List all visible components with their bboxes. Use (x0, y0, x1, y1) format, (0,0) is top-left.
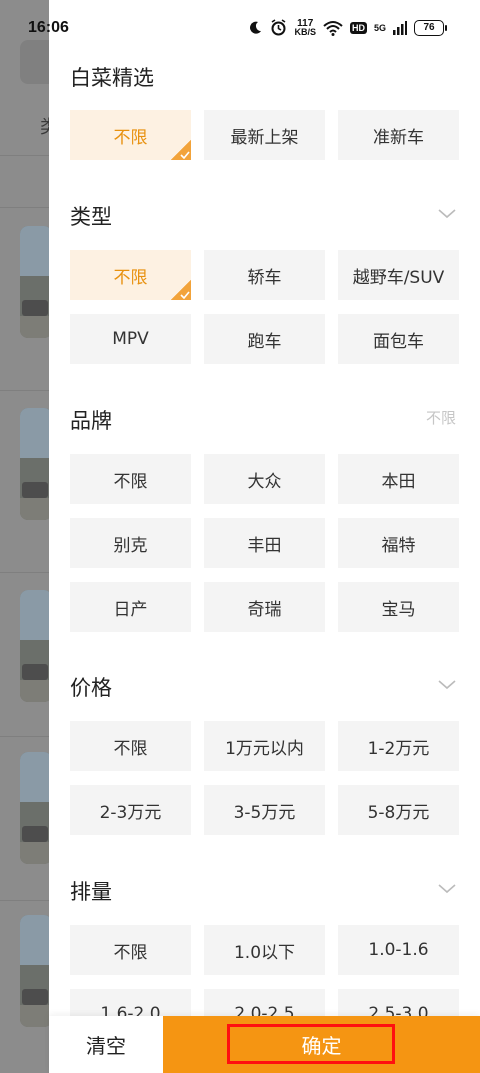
option-label: 1.0以下 (233, 942, 296, 963)
option-price-5-8w[interactable]: 5-8万元 (338, 785, 459, 835)
battery-icon: 76 (414, 19, 447, 36)
chevron-down-icon[interactable] (438, 204, 456, 222)
option-label: 跑车 (247, 331, 282, 352)
option-label: 3-5万元 (233, 802, 296, 823)
car-thumbnail (20, 590, 52, 702)
divider (0, 390, 49, 391)
option-label: 奇瑞 (247, 599, 282, 620)
check-icon (171, 140, 191, 160)
divider (0, 900, 49, 901)
option-label: 轿车 (247, 267, 282, 288)
chevron-down-icon[interactable] (438, 675, 456, 693)
alarm-icon (271, 19, 286, 36)
car-thumbnail (20, 226, 52, 338)
bottom-action-bar: 清空 确定 (49, 1016, 480, 1073)
option-displacement-1-0-1-6[interactable]: 1.0-1.6 (338, 925, 459, 975)
option-label: 不限 (113, 127, 148, 148)
option-label: 不限 (113, 267, 148, 288)
status-time: 16:06 (28, 19, 69, 36)
status-bar: 16:06 117 KB/S HD 5G 76 (0, 0, 480, 58)
divider (0, 572, 49, 573)
network-type: 5G (373, 22, 386, 33)
divider (0, 736, 49, 737)
option-price-2-3w[interactable]: 2-3万元 (70, 785, 191, 835)
section-title-type: 类型 (70, 205, 112, 229)
hd-badge: HD (349, 21, 367, 34)
option-label: 丰田 (247, 535, 282, 556)
option-label: 越野车/SUV (352, 267, 445, 288)
signal-icon (393, 20, 407, 35)
option-label: 1万元以内 (225, 738, 304, 759)
option-label: MPV (112, 329, 149, 349)
section-title-selection: 白菜精选 (70, 66, 154, 90)
option-price-unlimited[interactable]: 不限 (70, 721, 191, 771)
option-label: 最新上架 (230, 127, 299, 148)
option-type-unlimited[interactable]: 不限 (70, 250, 191, 300)
option-type-sedan[interactable]: 轿车 (204, 250, 325, 300)
car-thumbnail (20, 915, 52, 1027)
option-type-sports[interactable]: 跑车 (204, 314, 325, 364)
option-brand-nissan[interactable]: 日产 (70, 582, 191, 632)
option-brand-ford[interactable]: 福特 (338, 518, 459, 568)
option-type-suv[interactable]: 越野车/SUV (338, 250, 459, 300)
moon-icon (250, 21, 262, 34)
option-label: 福特 (381, 535, 416, 556)
option-brand-bmw[interactable]: 宝马 (338, 582, 459, 632)
option-label: 本田 (381, 471, 416, 492)
option-label: 面包车 (373, 331, 424, 352)
option-type-mpv[interactable]: MPV (70, 314, 191, 364)
option-brand-unlimited[interactable]: 不限 (70, 454, 191, 504)
option-displacement-unlimited[interactable]: 不限 (70, 925, 191, 975)
option-label: 别克 (113, 535, 148, 556)
network-speed: 117 KB/S (294, 18, 316, 37)
option-label: 1.0-1.6 (368, 940, 429, 960)
option-price-under-1w[interactable]: 1万元以内 (204, 721, 325, 771)
section-title-price: 价格 (70, 676, 112, 700)
option-price-3-5w[interactable]: 3-5万元 (204, 785, 325, 835)
divider (0, 155, 49, 156)
divider (0, 207, 49, 208)
battery-level: 76 (423, 22, 435, 33)
option-label: 1-2万元 (367, 738, 430, 759)
option-label: 5-8万元 (367, 802, 430, 823)
chevron-down-icon[interactable] (438, 879, 456, 897)
car-thumbnail (20, 408, 52, 520)
car-thumbnail (20, 752, 52, 864)
option-type-van[interactable]: 面包车 (338, 314, 459, 364)
filter-drawer: 白菜精选 不限 最新上架 准新车 类型 不限 轿车 越野车/SUV MPV 跑车… (49, 0, 480, 1073)
option-displacement-under-1-0[interactable]: 1.0以下 (204, 925, 325, 975)
option-brand-honda[interactable]: 本田 (338, 454, 459, 504)
option-label: 大众 (247, 471, 282, 492)
option-label: 不限 (113, 471, 148, 492)
option-selection-near-new[interactable]: 准新车 (338, 110, 459, 160)
clear-button[interactable]: 清空 (49, 1016, 163, 1073)
option-label: 2-3万元 (99, 802, 162, 823)
option-label: 宝马 (381, 599, 416, 620)
wifi-icon (323, 20, 343, 36)
option-label: 准新车 (373, 127, 424, 148)
option-selection-newest[interactable]: 最新上架 (204, 110, 325, 160)
status-icons: 117 KB/S HD 5G 76 (247, 18, 447, 37)
option-brand-volkswagen[interactable]: 大众 (204, 454, 325, 504)
option-selection-unlimited[interactable]: 不限 (70, 110, 191, 160)
brand-current-value[interactable]: 不限 (426, 407, 456, 428)
option-label: 不限 (113, 942, 148, 963)
option-brand-toyota[interactable]: 丰田 (204, 518, 325, 568)
option-label: 日产 (113, 599, 148, 620)
option-price-1-2w[interactable]: 1-2万元 (338, 721, 459, 771)
section-title-displacement: 排量 (70, 880, 112, 904)
option-brand-buick[interactable]: 别克 (70, 518, 191, 568)
check-icon (171, 280, 191, 300)
option-brand-chery[interactable]: 奇瑞 (204, 582, 325, 632)
section-title-brand: 品牌 (70, 409, 112, 433)
highlight-box (227, 1024, 395, 1064)
confirm-button[interactable]: 确定 (163, 1016, 480, 1073)
option-label: 不限 (113, 738, 148, 759)
network-speed-unit: KB/S (294, 26, 316, 37)
